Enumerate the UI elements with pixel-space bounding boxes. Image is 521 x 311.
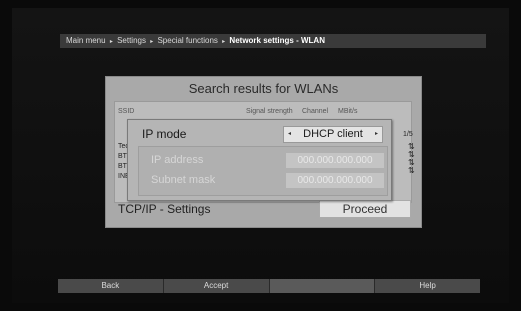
list-item[interactable]: BT [118,153,127,160]
column-header-ssid: SSID [118,108,135,115]
tcpip-settings-label: TCP/IP - Settings [118,202,211,216]
dialog-title: Search results for WLANs [188,81,339,96]
breadcrumb-separator-icon: ▸ [109,39,113,45]
column-header-mbit: MBit/s [338,108,358,115]
ip-mode-label: IP mode [142,127,187,141]
page-indicator: 1/5 [403,131,413,138]
blank-function-button[interactable] [269,279,376,293]
subnet-mask-label: Subnet mask [151,174,216,186]
back-button[interactable]: Back [58,279,164,293]
ip-address-field[interactable]: 000.000.000.000 [285,152,385,169]
breadcrumb: Main menu ▸ Settings ▸ Special functions… [60,34,486,48]
column-header-channel: Channel [302,108,329,115]
breadcrumb-separator-icon: ▸ [150,39,154,45]
breadcrumb-special-functions[interactable]: Special functions [157,36,217,45]
arrow-right-icon[interactable]: ▸ [375,127,378,142]
proceed-button[interactable]: Proceed [319,200,411,218]
accept-button[interactable]: Accept [164,279,270,293]
subnet-mask-field[interactable]: 000.000.000.000 [285,172,385,189]
breadcrumb-separator-icon: ▸ [222,39,226,45]
function-key-bar: Back Accept Help [58,279,480,293]
signal-icon: ⇅ [408,166,415,175]
breadcrumb-current: Network settings - WLAN [229,36,325,45]
ip-fields-box: IP address 000.000.000.000 Subnet mask 0… [138,146,388,196]
help-button[interactable]: Help [375,279,480,293]
ip-address-label: IP address [151,154,204,166]
breadcrumb-main-menu[interactable]: Main menu [66,36,106,45]
column-header-signal: Signal strength [246,108,293,115]
ip-settings-dialog: IP mode ◂ DHCP client ▸ IP address 000.0… [127,119,392,201]
breadcrumb-settings[interactable]: Settings [117,36,146,45]
ip-mode-value: DHCP client [303,128,363,140]
signal-column: ⇅ ⇅ ⇅ ⇅ [408,143,420,175]
ip-mode-selector[interactable]: ◂ DHCP client ▸ [283,126,383,143]
